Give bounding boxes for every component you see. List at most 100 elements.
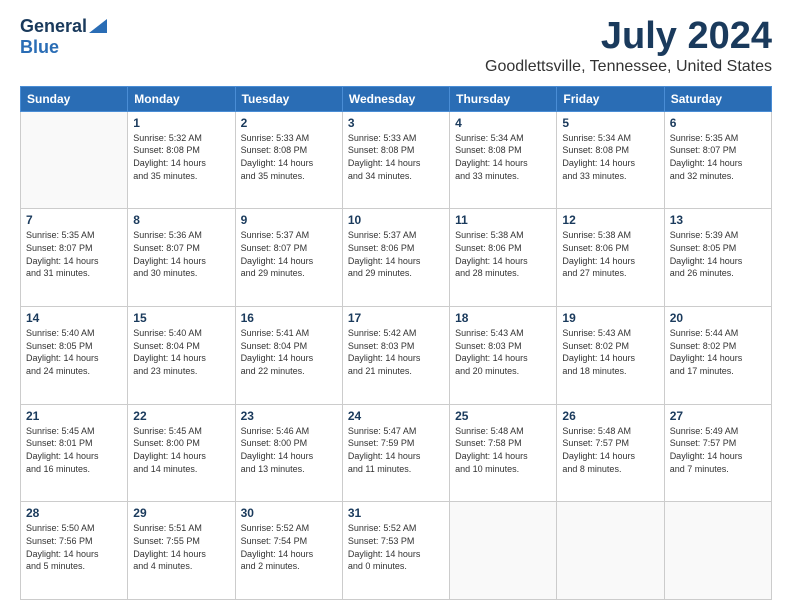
table-row: 22 Sunrise: 5:45 AMSunset: 8:00 PMDayligh… bbox=[128, 404, 235, 502]
day-info: Sunrise: 5:34 AMSunset: 8:08 PMDaylight:… bbox=[455, 132, 551, 182]
table-row: 25 Sunrise: 5:48 AMSunset: 7:58 PMDayligh… bbox=[450, 404, 557, 502]
day-info: Sunrise: 5:45 AMSunset: 8:01 PMDaylight:… bbox=[26, 425, 122, 475]
table-row bbox=[450, 502, 557, 600]
day-number: 17 bbox=[348, 311, 444, 325]
header-thursday: Thursday bbox=[450, 86, 557, 111]
header-friday: Friday bbox=[557, 86, 664, 111]
calendar-week-row: 1 Sunrise: 5:32 AMSunset: 8:08 PMDaylight… bbox=[21, 111, 772, 209]
table-row: 6 Sunrise: 5:35 AMSunset: 8:07 PMDaylight… bbox=[664, 111, 771, 209]
table-row: 9 Sunrise: 5:37 AMSunset: 8:07 PMDaylight… bbox=[235, 209, 342, 307]
day-info: Sunrise: 5:48 AMSunset: 7:58 PMDaylight:… bbox=[455, 425, 551, 475]
day-number: 9 bbox=[241, 213, 337, 227]
day-info: Sunrise: 5:32 AMSunset: 8:08 PMDaylight:… bbox=[133, 132, 229, 182]
header-sunday: Sunday bbox=[21, 86, 128, 111]
title-section: July 2024 Goodlettsville, Tennessee, Uni… bbox=[485, 16, 772, 76]
header: General Blue July 2024 Goodlettsville, T… bbox=[20, 16, 772, 76]
day-number: 18 bbox=[455, 311, 551, 325]
day-number: 27 bbox=[670, 409, 766, 423]
day-info: Sunrise: 5:35 AMSunset: 8:07 PMDaylight:… bbox=[670, 132, 766, 182]
day-number: 16 bbox=[241, 311, 337, 325]
table-row: 12 Sunrise: 5:38 AMSunset: 8:06 PMDayligh… bbox=[557, 209, 664, 307]
day-number: 31 bbox=[348, 506, 444, 520]
day-number: 10 bbox=[348, 213, 444, 227]
table-row: 15 Sunrise: 5:40 AMSunset: 8:04 PMDayligh… bbox=[128, 307, 235, 405]
logo-blue: Blue bbox=[20, 37, 59, 58]
day-info: Sunrise: 5:46 AMSunset: 8:00 PMDaylight:… bbox=[241, 425, 337, 475]
day-info: Sunrise: 5:37 AMSunset: 8:07 PMDaylight:… bbox=[241, 229, 337, 279]
header-tuesday: Tuesday bbox=[235, 86, 342, 111]
table-row: 5Sunrise: 5:34 AMSunset: 8:08 PMDaylight… bbox=[557, 111, 664, 209]
day-number: 28 bbox=[26, 506, 122, 520]
logo-triangle-icon bbox=[89, 19, 107, 33]
day-number: 7 bbox=[26, 213, 122, 227]
table-row: 13 Sunrise: 5:39 AMSunset: 8:05 PMDayligh… bbox=[664, 209, 771, 307]
table-row: 14 Sunrise: 5:40 AMSunset: 8:05 PMDayligh… bbox=[21, 307, 128, 405]
table-row: 24Sunrise: 5:47 AMSunset: 7:59 PMDayligh… bbox=[342, 404, 449, 502]
table-row: 17Sunrise: 5:42 AMSunset: 8:03 PMDayligh… bbox=[342, 307, 449, 405]
logo: General Blue bbox=[20, 16, 107, 58]
table-row: 21 Sunrise: 5:45 AMSunset: 8:01 PMDayligh… bbox=[21, 404, 128, 502]
day-number: 15 bbox=[133, 311, 229, 325]
table-row: 26 Sunrise: 5:48 AMSunset: 7:57 PMDayligh… bbox=[557, 404, 664, 502]
table-row: 16Sunrise: 5:41 AMSunset: 8:04 PMDayligh… bbox=[235, 307, 342, 405]
table-row: 10Sunrise: 5:37 AMSunset: 8:06 PMDayligh… bbox=[342, 209, 449, 307]
day-number: 12 bbox=[562, 213, 658, 227]
day-number: 19 bbox=[562, 311, 658, 325]
day-info: Sunrise: 5:44 AMSunset: 8:02 PMDaylight:… bbox=[670, 327, 766, 377]
day-number: 5 bbox=[562, 116, 658, 130]
calendar-week-row: 14 Sunrise: 5:40 AMSunset: 8:05 PMDayligh… bbox=[21, 307, 772, 405]
table-row: 18Sunrise: 5:43 AMSunset: 8:03 PMDayligh… bbox=[450, 307, 557, 405]
location-title: Goodlettsville, Tennessee, United States bbox=[485, 58, 772, 76]
table-row: 20 Sunrise: 5:44 AMSunset: 8:02 PMDayligh… bbox=[664, 307, 771, 405]
day-info: Sunrise: 5:40 AMSunset: 8:05 PMDaylight:… bbox=[26, 327, 122, 377]
table-row: 27 Sunrise: 5:49 AMSunset: 7:57 PMDayligh… bbox=[664, 404, 771, 502]
table-row: 23 Sunrise: 5:46 AMSunset: 8:00 PMDayligh… bbox=[235, 404, 342, 502]
header-saturday: Saturday bbox=[664, 86, 771, 111]
day-number: 25 bbox=[455, 409, 551, 423]
calendar-week-row: 7 Sunrise: 5:35 AMSunset: 8:07 PMDaylight… bbox=[21, 209, 772, 307]
table-row: 29Sunrise: 5:51 AMSunset: 7:55 PMDayligh… bbox=[128, 502, 235, 600]
calendar-week-row: 28Sunrise: 5:50 AMSunset: 7:56 PMDayligh… bbox=[21, 502, 772, 600]
day-number: 21 bbox=[26, 409, 122, 423]
table-row: 11Sunrise: 5:38 AMSunset: 8:06 PMDayligh… bbox=[450, 209, 557, 307]
day-number: 14 bbox=[26, 311, 122, 325]
day-number: 2 bbox=[241, 116, 337, 130]
day-number: 30 bbox=[241, 506, 337, 520]
day-number: 6 bbox=[670, 116, 766, 130]
day-number: 3 bbox=[348, 116, 444, 130]
table-row: 4 Sunrise: 5:34 AMSunset: 8:08 PMDaylight… bbox=[450, 111, 557, 209]
table-row bbox=[557, 502, 664, 600]
day-number: 1 bbox=[133, 116, 229, 130]
day-number: 4 bbox=[455, 116, 551, 130]
day-number: 13 bbox=[670, 213, 766, 227]
table-row: 7 Sunrise: 5:35 AMSunset: 8:07 PMDaylight… bbox=[21, 209, 128, 307]
weekday-header-row: Sunday Monday Tuesday Wednesday Thursday… bbox=[21, 86, 772, 111]
table-row: 1 Sunrise: 5:32 AMSunset: 8:08 PMDaylight… bbox=[128, 111, 235, 209]
day-info: Sunrise: 5:51 AMSunset: 7:55 PMDaylight:… bbox=[133, 522, 229, 572]
day-info: Sunrise: 5:52 AMSunset: 7:54 PMDaylight:… bbox=[241, 522, 337, 572]
day-info: Sunrise: 5:48 AMSunset: 7:57 PMDaylight:… bbox=[562, 425, 658, 475]
calendar-week-row: 21 Sunrise: 5:45 AMSunset: 8:01 PMDayligh… bbox=[21, 404, 772, 502]
table-row: 28Sunrise: 5:50 AMSunset: 7:56 PMDayligh… bbox=[21, 502, 128, 600]
header-wednesday: Wednesday bbox=[342, 86, 449, 111]
day-number: 23 bbox=[241, 409, 337, 423]
day-info: Sunrise: 5:38 AMSunset: 8:06 PMDaylight:… bbox=[562, 229, 658, 279]
table-row: 3Sunrise: 5:33 AMSunset: 8:08 PMDaylight… bbox=[342, 111, 449, 209]
day-info: Sunrise: 5:47 AMSunset: 7:59 PMDaylight:… bbox=[348, 425, 444, 475]
day-info: Sunrise: 5:40 AMSunset: 8:04 PMDaylight:… bbox=[133, 327, 229, 377]
table-row: 2Sunrise: 5:33 AMSunset: 8:08 PMDaylight… bbox=[235, 111, 342, 209]
header-monday: Monday bbox=[128, 86, 235, 111]
day-number: 26 bbox=[562, 409, 658, 423]
table-row: 31Sunrise: 5:52 AMSunset: 7:53 PMDayligh… bbox=[342, 502, 449, 600]
day-info: Sunrise: 5:39 AMSunset: 8:05 PMDaylight:… bbox=[670, 229, 766, 279]
day-number: 22 bbox=[133, 409, 229, 423]
day-info: Sunrise: 5:36 AMSunset: 8:07 PMDaylight:… bbox=[133, 229, 229, 279]
day-info: Sunrise: 5:45 AMSunset: 8:00 PMDaylight:… bbox=[133, 425, 229, 475]
calendar-page: General Blue July 2024 Goodlettsville, T… bbox=[0, 0, 792, 612]
day-number: 20 bbox=[670, 311, 766, 325]
day-info: Sunrise: 5:35 AMSunset: 8:07 PMDaylight:… bbox=[26, 229, 122, 279]
day-info: Sunrise: 5:49 AMSunset: 7:57 PMDaylight:… bbox=[670, 425, 766, 475]
table-row: 8Sunrise: 5:36 AMSunset: 8:07 PMDaylight… bbox=[128, 209, 235, 307]
day-number: 11 bbox=[455, 213, 551, 227]
calendar-table: Sunday Monday Tuesday Wednesday Thursday… bbox=[20, 86, 772, 600]
